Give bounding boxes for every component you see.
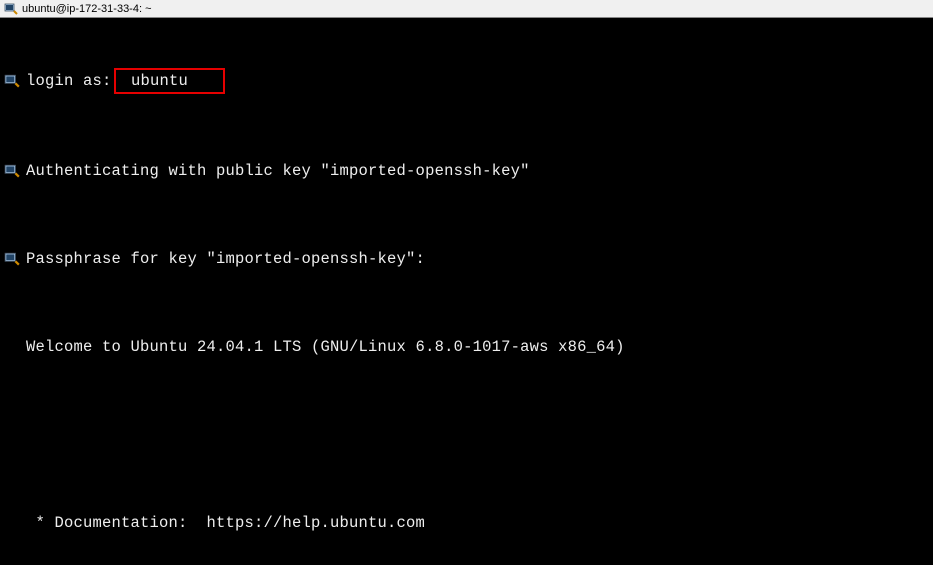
putty-row-icon <box>4 251 20 267</box>
passphrase-line: Passphrase for key "imported-openssh-key… <box>4 248 929 270</box>
terminal-area[interactable]: login as: ubuntu Authenticating with pub… <box>0 18 933 565</box>
putty-row-icon <box>4 163 20 179</box>
welcome-line: Welcome to Ubuntu 24.04.1 LTS (GNU/Linux… <box>4 336 929 358</box>
window-title-bar: ubuntu@ip-172-31-33-4: ~ <box>0 0 933 18</box>
login-label: login as: <box>26 70 112 92</box>
auth-line: Authenticating with public key "imported… <box>4 160 929 182</box>
login-line: login as: ubuntu <box>4 68 929 94</box>
auth-text: Authenticating with public key "imported… <box>26 160 530 182</box>
putty-row-icon <box>4 73 20 89</box>
documentation-text: * Documentation: https://help.ubuntu.com <box>26 512 425 534</box>
login-user: ubuntu <box>122 72 217 90</box>
documentation-line: * Documentation: https://help.ubuntu.com <box>4 512 929 534</box>
passphrase-text: Passphrase for key "imported-openssh-key… <box>26 248 425 270</box>
window-title: ubuntu@ip-172-31-33-4: ~ <box>22 3 152 15</box>
putty-icon <box>4 2 18 16</box>
login-user-highlight: ubuntu <box>114 68 225 94</box>
blank-line <box>4 424 929 446</box>
welcome-text: Welcome to Ubuntu 24.04.1 LTS (GNU/Linux… <box>26 336 625 358</box>
